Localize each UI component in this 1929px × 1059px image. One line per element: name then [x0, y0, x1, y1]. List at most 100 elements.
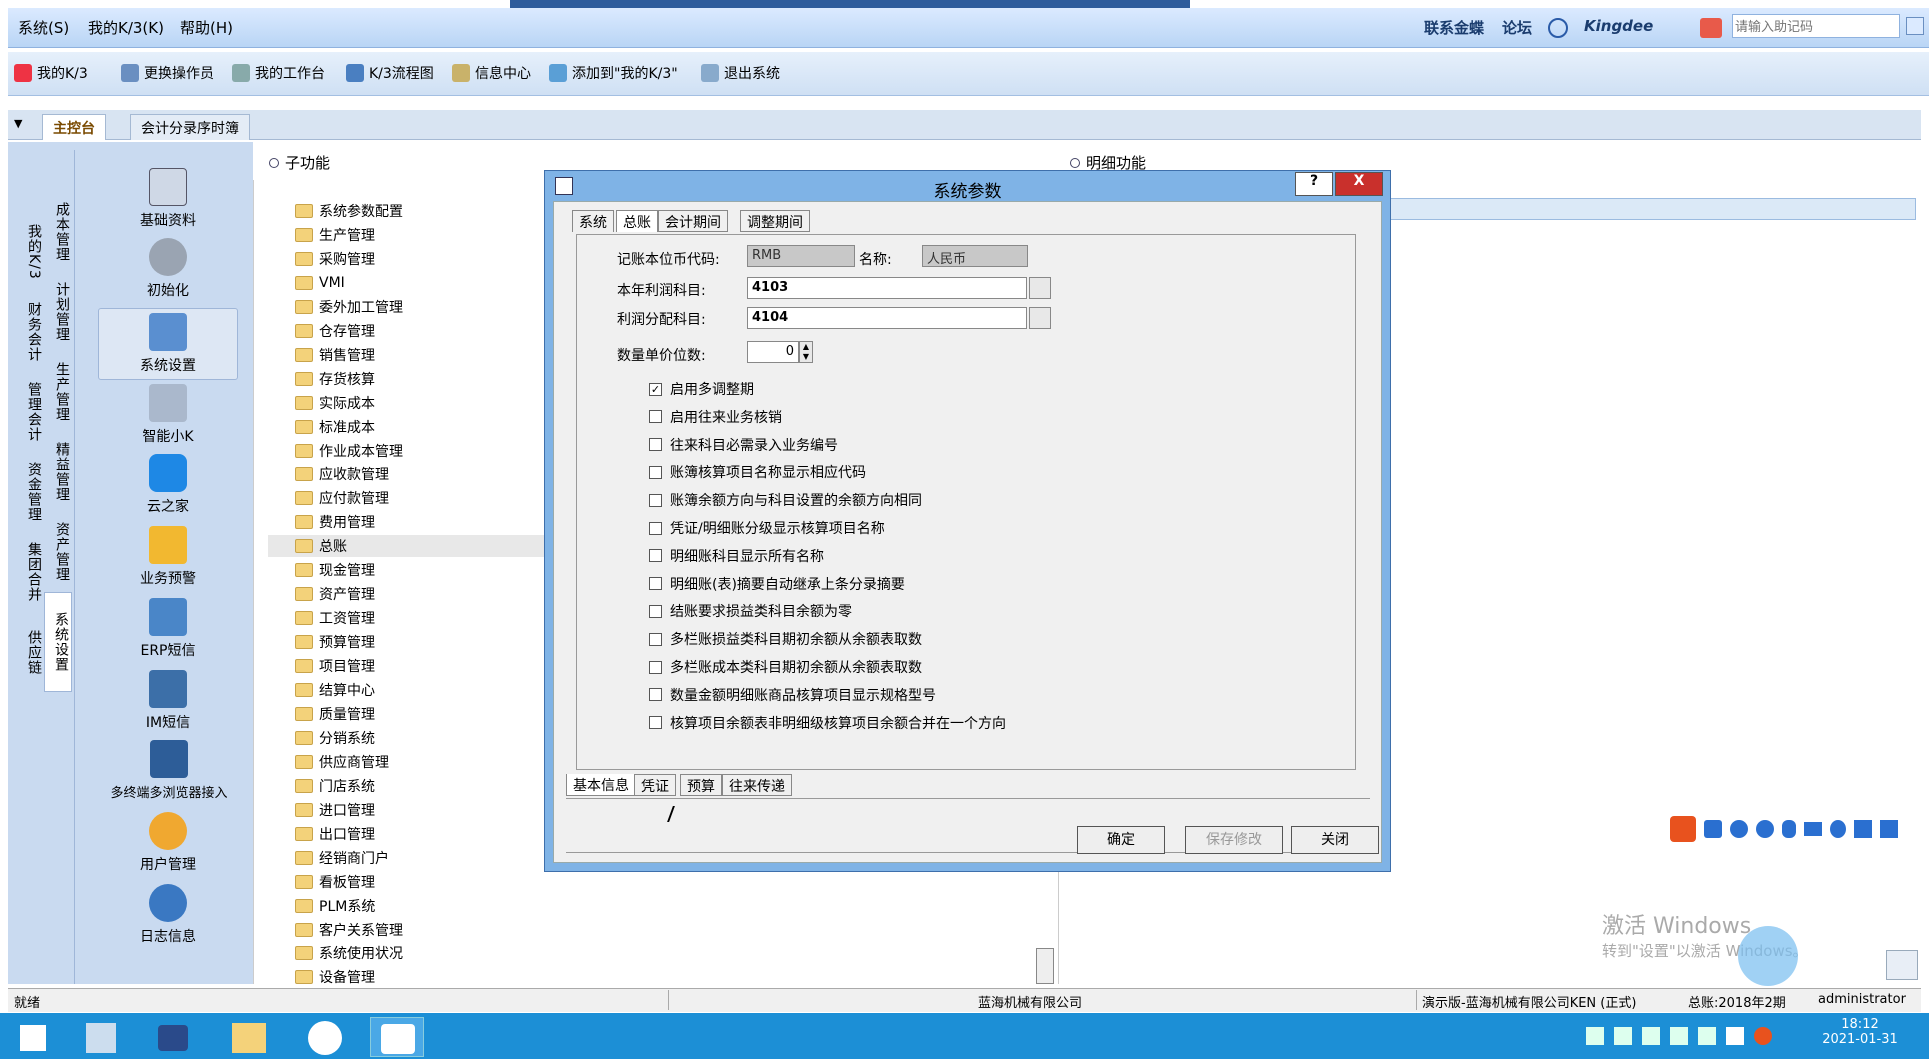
tree-item[interactable]: 资产管理	[295, 583, 375, 605]
vtab-assets[interactable]: 资产管理	[44, 512, 72, 592]
menu-my-k3[interactable]: 我的K/3(K)	[88, 17, 164, 38]
option-checkbox[interactable]: 核算项目余额表非明细级核算项目余额合并在一个方向	[649, 713, 1006, 733]
server-manager-icon[interactable]	[76, 1017, 130, 1057]
decimals-stepper[interactable]: 0	[747, 341, 799, 363]
detail-list-row[interactable]	[1380, 198, 1916, 220]
my-k3-button[interactable]: 我的K/3	[14, 63, 88, 83]
k3-taskbar-icon[interactable]	[370, 1017, 424, 1057]
checkbox[interactable]	[649, 438, 662, 452]
option-checkbox[interactable]: 多栏账成本类科目期初余额从余额表取数	[649, 657, 922, 677]
ime-toolbar[interactable]	[1670, 814, 1926, 844]
nav-basic-data[interactable]: 基础资料	[98, 168, 238, 230]
save-changes-button[interactable]: 保存修改	[1185, 826, 1283, 854]
checkbox[interactable]	[649, 521, 662, 535]
vtab-system-settings[interactable]: 系统设置	[44, 592, 72, 692]
vtab-my-k3[interactable]: 我的K/3	[16, 212, 44, 292]
tab-journal[interactable]: 会计分录序时簿	[130, 114, 250, 140]
option-checkbox[interactable]: 明细账(表)摘要自动继承上条分录摘要	[649, 574, 905, 594]
nav-system-settings[interactable]: 系统设置	[98, 308, 238, 380]
mail-icon[interactable]	[1886, 950, 1918, 980]
tree-item[interactable]: 结算中心	[295, 679, 375, 701]
vtab-planning[interactable]: 计划管理	[44, 272, 72, 352]
tray-icon-2[interactable]	[1614, 1027, 1632, 1045]
checkbox[interactable]: ✓	[649, 382, 662, 396]
tree-item[interactable]: 现金管理	[295, 559, 375, 581]
tab-adjustment-period[interactable]: 调整期间	[740, 210, 810, 232]
message-center-button[interactable]: 信息中心	[452, 63, 531, 83]
tree-item[interactable]: 应付款管理	[295, 487, 389, 509]
tree-item[interactable]: 看板管理	[295, 871, 375, 893]
tree-item[interactable]: 系统使用状况	[295, 942, 403, 964]
sogou-browser-icon[interactable]	[298, 1017, 352, 1057]
option-checkbox[interactable]: 账簿余额方向与科目设置的余额方向相同	[649, 490, 922, 510]
tree-item[interactable]: 分销系统	[295, 727, 375, 749]
my-workbench-button[interactable]: 我的工作台	[232, 63, 325, 83]
bottom-tab[interactable]: 往来传递	[722, 774, 792, 796]
distribution-account-field[interactable]: 4104	[747, 307, 1027, 329]
tree-item[interactable]: 项目管理	[295, 655, 375, 677]
checkbox[interactable]	[649, 549, 662, 563]
tab-accounting-period[interactable]: 会计期间	[658, 210, 728, 232]
checkbox[interactable]	[649, 465, 662, 479]
tree-item[interactable]: 系统参数配置	[295, 200, 403, 222]
tree-item[interactable]: 存货核算	[295, 368, 375, 390]
vtab-cost[interactable]: 成本管理	[44, 192, 72, 272]
vtab-fund-management[interactable]: 资金管理	[16, 452, 44, 532]
keyboard-icon[interactable]	[1804, 822, 1822, 836]
option-checkbox[interactable]: 明细账科目显示所有名称	[649, 546, 824, 566]
tree-item[interactable]: 标准成本	[295, 416, 375, 438]
start-button[interactable]	[12, 1017, 66, 1057]
powershell-icon[interactable]	[148, 1017, 202, 1057]
smiley-icon[interactable]	[1548, 18, 1568, 38]
punctuation-icon[interactable]	[1730, 820, 1748, 838]
toolbox-icon[interactable]	[1880, 820, 1898, 838]
tree-item[interactable]: 委外加工管理	[295, 296, 403, 318]
tree-item[interactable]: PLM系统	[295, 895, 375, 917]
tree-item[interactable]: 工资管理	[295, 607, 375, 629]
tab-system[interactable]: 系统	[572, 210, 614, 232]
dropdown-icon[interactable]	[1906, 17, 1924, 35]
profit-account-lookup-icon[interactable]	[1029, 277, 1051, 299]
bottom-tab[interactable]: 预算	[680, 774, 722, 796]
contact-link[interactable]: 联系金蝶	[1424, 17, 1484, 38]
nav-log-info[interactable]: 日志信息	[98, 884, 238, 946]
tree-item[interactable]: 采购管理	[295, 248, 375, 270]
tray-icon-1[interactable]	[1586, 1027, 1604, 1045]
ime-tray-icon[interactable]	[1726, 1027, 1744, 1045]
tree-item[interactable]: 客户关系管理	[295, 919, 403, 941]
tab-menu-icon[interactable]: ▼	[14, 117, 22, 130]
nav-smart-k[interactable]: 智能小K	[98, 384, 238, 446]
bottom-tab[interactable]: 凭证	[634, 774, 676, 796]
option-checkbox[interactable]: 账簿核算项目名称显示相应代码	[649, 462, 866, 482]
k3-flowchart-button[interactable]: K/3流程图	[346, 63, 434, 83]
tree-item[interactable]: 经销商门户	[295, 847, 389, 869]
scrollbar[interactable]	[1036, 948, 1054, 984]
option-checkbox[interactable]: 启用往来业务核销	[649, 407, 782, 427]
nav-user-management[interactable]: 用户管理	[98, 812, 238, 874]
menu-help[interactable]: 帮助(H)	[180, 17, 233, 38]
profit-account-field[interactable]: 4103	[747, 277, 1027, 299]
floating-assistant-icon[interactable]	[1738, 926, 1798, 986]
clock[interactable]: 18:12 2021-01-31	[1810, 1017, 1910, 1047]
tree-item[interactable]: 作业成本管理	[295, 440, 403, 462]
option-checkbox[interactable]: 凭证/明细账分级显示核算项目名称	[649, 518, 885, 538]
nav-business-alert[interactable]: 业务预警	[98, 526, 238, 588]
tree-item[interactable]: 出口管理	[295, 823, 375, 845]
sogou-tray-icon[interactable]	[1754, 1027, 1772, 1045]
checkbox[interactable]	[649, 660, 662, 674]
stepper-arrows-icon[interactable]: ▲ ▼	[799, 341, 813, 363]
change-operator-button[interactable]: 更换操作员	[121, 63, 214, 83]
tree-item[interactable]: 费用管理	[295, 511, 375, 533]
distribution-account-lookup-icon[interactable]	[1029, 307, 1051, 329]
checkbox[interactable]	[649, 632, 662, 646]
add-to-my-k3-button[interactable]: 添加到"我的K/3"	[549, 63, 678, 83]
checkbox[interactable]	[649, 716, 662, 730]
tree-item[interactable]: 设备管理	[295, 966, 375, 988]
vtab-supply-chain[interactable]: 供应链	[16, 612, 44, 692]
vtab-finance[interactable]: 财务会计	[16, 292, 44, 372]
sogou-icon[interactable]	[1670, 816, 1696, 842]
bottom-tab[interactable]: 基本信息	[566, 774, 636, 796]
exit-system-button[interactable]: 退出系统	[701, 63, 780, 83]
option-checkbox[interactable]: 结账要求损益类科目余额为零	[649, 601, 852, 621]
nav-erp-sms[interactable]: ERP短信	[98, 598, 238, 660]
